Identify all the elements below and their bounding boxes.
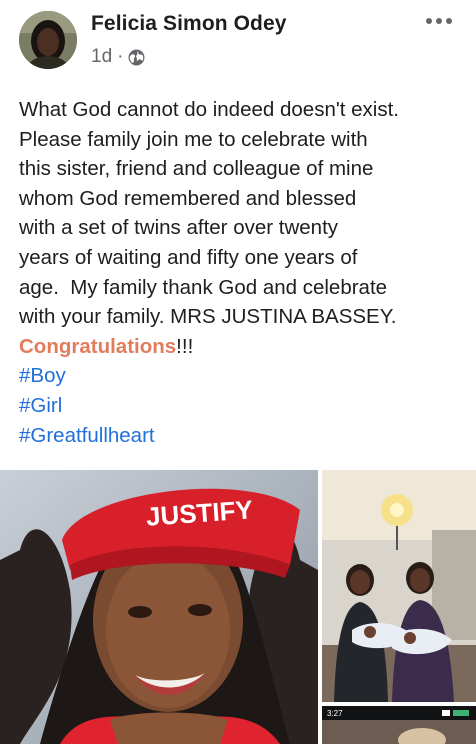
more-dot: [446, 18, 452, 24]
meta-separator: ·: [117, 46, 124, 67]
post-line: Please family join me to celebrate with: [19, 127, 368, 151]
more-dot: [436, 18, 442, 24]
post-line: age. My family thank God and celebrate: [19, 275, 388, 299]
hashtag-greatfullheart[interactable]: #Greatfullheart: [19, 421, 469, 451]
post-line: with a set of twins after over twenty: [19, 216, 339, 240]
congrats-word: Congratulations: [19, 334, 177, 358]
post-meta: 1d ·: [91, 46, 145, 68]
post-line: whom God remembered and blessed: [19, 186, 357, 210]
congrats-line: Congratulations!!!: [19, 332, 469, 362]
photo-women-with-twins[interactable]: [322, 470, 476, 702]
photo-woman-portrait[interactable]: JUSTIFY: [0, 470, 318, 744]
post-time[interactable]: 1d: [91, 46, 112, 68]
photo-grid: JUSTIFY 3:27: [0, 470, 476, 744]
post-line: years of waiting and fifty one years of: [19, 245, 358, 269]
hashtag-girl[interactable]: #Girl: [19, 391, 469, 421]
post-body: What God cannot do indeed doesn't exist.…: [19, 95, 469, 450]
globe-icon[interactable]: [128, 49, 145, 66]
photo-phone-screenshot[interactable]: 3:27: [322, 706, 476, 744]
post-line: this sister, friend and colleague of min…: [19, 157, 374, 181]
phone-time: 3:27: [327, 709, 343, 718]
congrats-suffix: !!!: [176, 334, 194, 358]
author-name[interactable]: Felicia Simon Odey: [91, 12, 287, 36]
post-line: with your family. MRS JUSTINA BASSEY.: [19, 305, 397, 329]
author-avatar[interactable]: [19, 11, 77, 69]
post-header: Felicia Simon Odey 1d ·: [0, 0, 476, 80]
more-options-icon[interactable]: [426, 18, 452, 24]
more-dot: [426, 18, 432, 24]
hashtag-boy[interactable]: #Boy: [19, 361, 469, 391]
post-line: What God cannot do indeed doesn't exist.: [19, 98, 399, 121]
